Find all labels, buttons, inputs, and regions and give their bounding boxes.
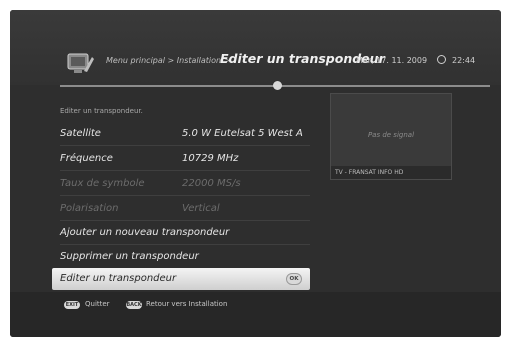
ok-button-icon: OK [286,273,302,285]
field-value: Vertical [182,203,220,214]
signal-status: Pas de signal [367,131,415,139]
field-value: 5.0 W Eutelsat 5 West A [182,128,303,139]
video-preview: Pas de signal TV - FRANSAT INFO HD [330,93,452,180]
footer-bar [10,292,501,337]
field-frequence[interactable]: Fréquence 10729 MHz [52,148,310,170]
row-divider [60,145,310,146]
menu-item-label: Ajouter un nouveau transpondeur [60,227,230,238]
clock-icon [437,55,446,64]
add-transponder-item[interactable]: Ajouter un nouveau transpondeur [52,222,310,244]
row-divider [60,195,310,196]
exit-label: Quitter [85,300,110,308]
field-label: Polarisation [60,203,119,214]
field-label: Satellite [60,128,101,139]
tv-settings-icon [67,53,94,73]
time-display: 22:44 [452,56,476,65]
field-label: Fréquence [60,153,113,164]
header-divider-dot [273,81,282,90]
row-divider [60,244,310,245]
date-display: Mar, 17. 11. 2009 [356,56,428,65]
breadcrumb: Menu principal > Installation > [106,56,231,65]
field-satellite[interactable]: Satellite 5.0 W Eutelsat 5 West A [52,123,310,145]
field-polarisation: Polarisation Vertical [52,198,310,220]
exit-key-icon[interactable]: EXIT [64,301,80,309]
delete-transponder-item[interactable]: Supprimer un transpondeur [52,246,310,268]
back-key-icon[interactable]: BACK [126,301,142,309]
row-divider [60,170,310,171]
field-value: 22000 MS/s [182,178,241,189]
tv-screen: Menu principal > Installation > Editer u… [10,10,501,337]
back-label: Retour vers Installation [146,300,228,308]
field-label: Taux de symbole [60,178,145,189]
field-value: 10729 MHz [182,153,239,164]
menu-item-label: Supprimer un transpondeur [60,251,199,262]
channel-name: TV - FRANSAT INFO HD [331,166,451,179]
edit-transponder-item[interactable]: Editer un transpondeur OK [52,268,310,290]
field-taux-de-symbole: Taux de symbole 22000 MS/s [52,173,310,195]
row-divider [60,220,310,221]
menu-item-label: Editer un transpondeur [60,273,177,284]
section-subtitle: Editer un transpondeur. [60,107,143,115]
